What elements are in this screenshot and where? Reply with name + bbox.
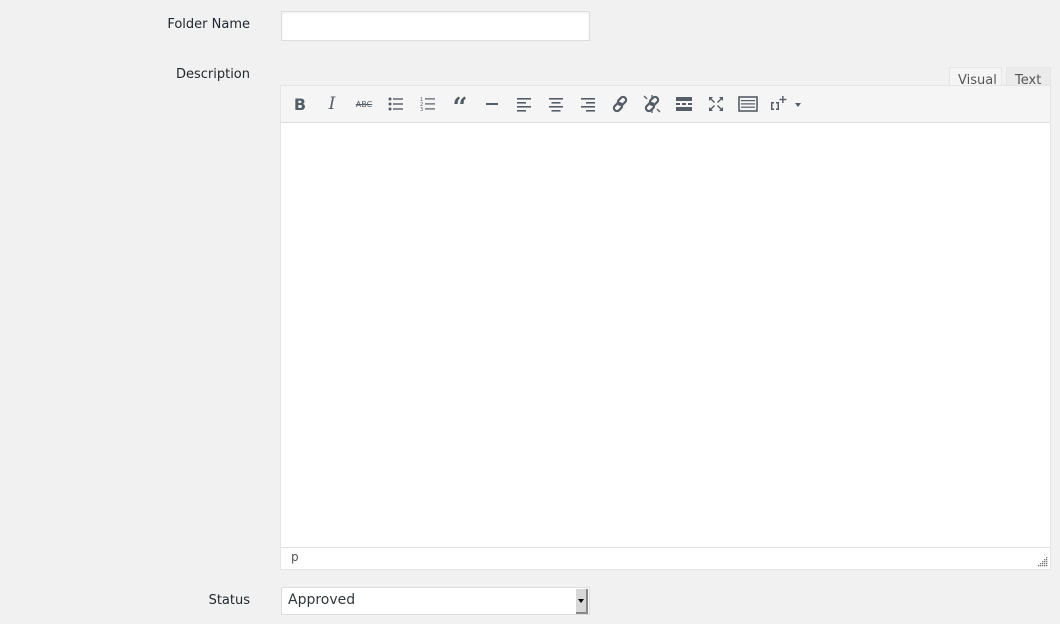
editor-statusbar: p: [281, 547, 1050, 569]
align-center-button[interactable]: [544, 92, 568, 116]
align-right-icon: [581, 98, 595, 112]
description-editor: B I ABC 123 “ p: [280, 85, 1051, 570]
shortcode-icon: [771, 96, 801, 110]
numbered-list-button[interactable]: 123: [416, 92, 440, 116]
strikethrough-icon: ABC: [355, 99, 373, 109]
keyboard-icon: [738, 96, 758, 112]
chevron-down-icon[interactable]: [576, 589, 588, 614]
tab-text[interactable]: Text: [1006, 67, 1051, 88]
strikethrough-button[interactable]: ABC: [352, 92, 376, 116]
fullscreen-icon: [709, 97, 723, 111]
horizontal-line-icon: [486, 103, 498, 105]
blockquote-icon: “: [452, 93, 468, 123]
status-select[interactable]: Approved: [281, 587, 590, 615]
element-path[interactable]: p: [291, 550, 299, 564]
description-label: Description: [175, 67, 250, 82]
read-more-button[interactable]: [672, 92, 696, 116]
horizontal-line-button[interactable]: [480, 92, 504, 116]
editor-content-area[interactable]: [281, 123, 1050, 547]
bold-icon: B: [293, 94, 307, 114]
toolbar-toggle-button[interactable]: [736, 92, 760, 116]
remove-link-button[interactable]: [640, 92, 664, 116]
align-left-button[interactable]: [512, 92, 536, 116]
numbered-list-icon: 123: [420, 97, 435, 113]
status-select-value: Approved: [288, 592, 356, 608]
insert-link-button[interactable]: [608, 92, 632, 116]
italic-button[interactable]: I: [320, 92, 344, 116]
folder-name-input[interactable]: [281, 11, 590, 41]
shortcodes-button[interactable]: [768, 92, 804, 116]
editor-toolbar: B I ABC 123 “: [281, 86, 1050, 123]
tab-visual[interactable]: Visual: [949, 67, 1002, 88]
bold-button[interactable]: B: [288, 92, 312, 116]
read-more-icon: [676, 97, 692, 111]
bulleted-list-button[interactable]: [384, 92, 408, 116]
align-right-button[interactable]: [576, 92, 600, 116]
resize-handle-icon[interactable]: [1038, 557, 1048, 567]
svg-text:3: 3: [420, 107, 423, 113]
folder-name-label: Folder Name: [167, 17, 250, 32]
align-center-icon: [549, 98, 563, 112]
italic-icon: I: [328, 94, 336, 114]
bulleted-list-icon: [388, 97, 403, 111]
status-label: Status: [208, 593, 250, 608]
fullscreen-button[interactable]: [704, 92, 728, 116]
align-left-icon: [517, 98, 531, 112]
link-icon: [612, 95, 628, 113]
blockquote-button[interactable]: “: [448, 92, 472, 123]
unlink-icon: [643, 95, 661, 113]
